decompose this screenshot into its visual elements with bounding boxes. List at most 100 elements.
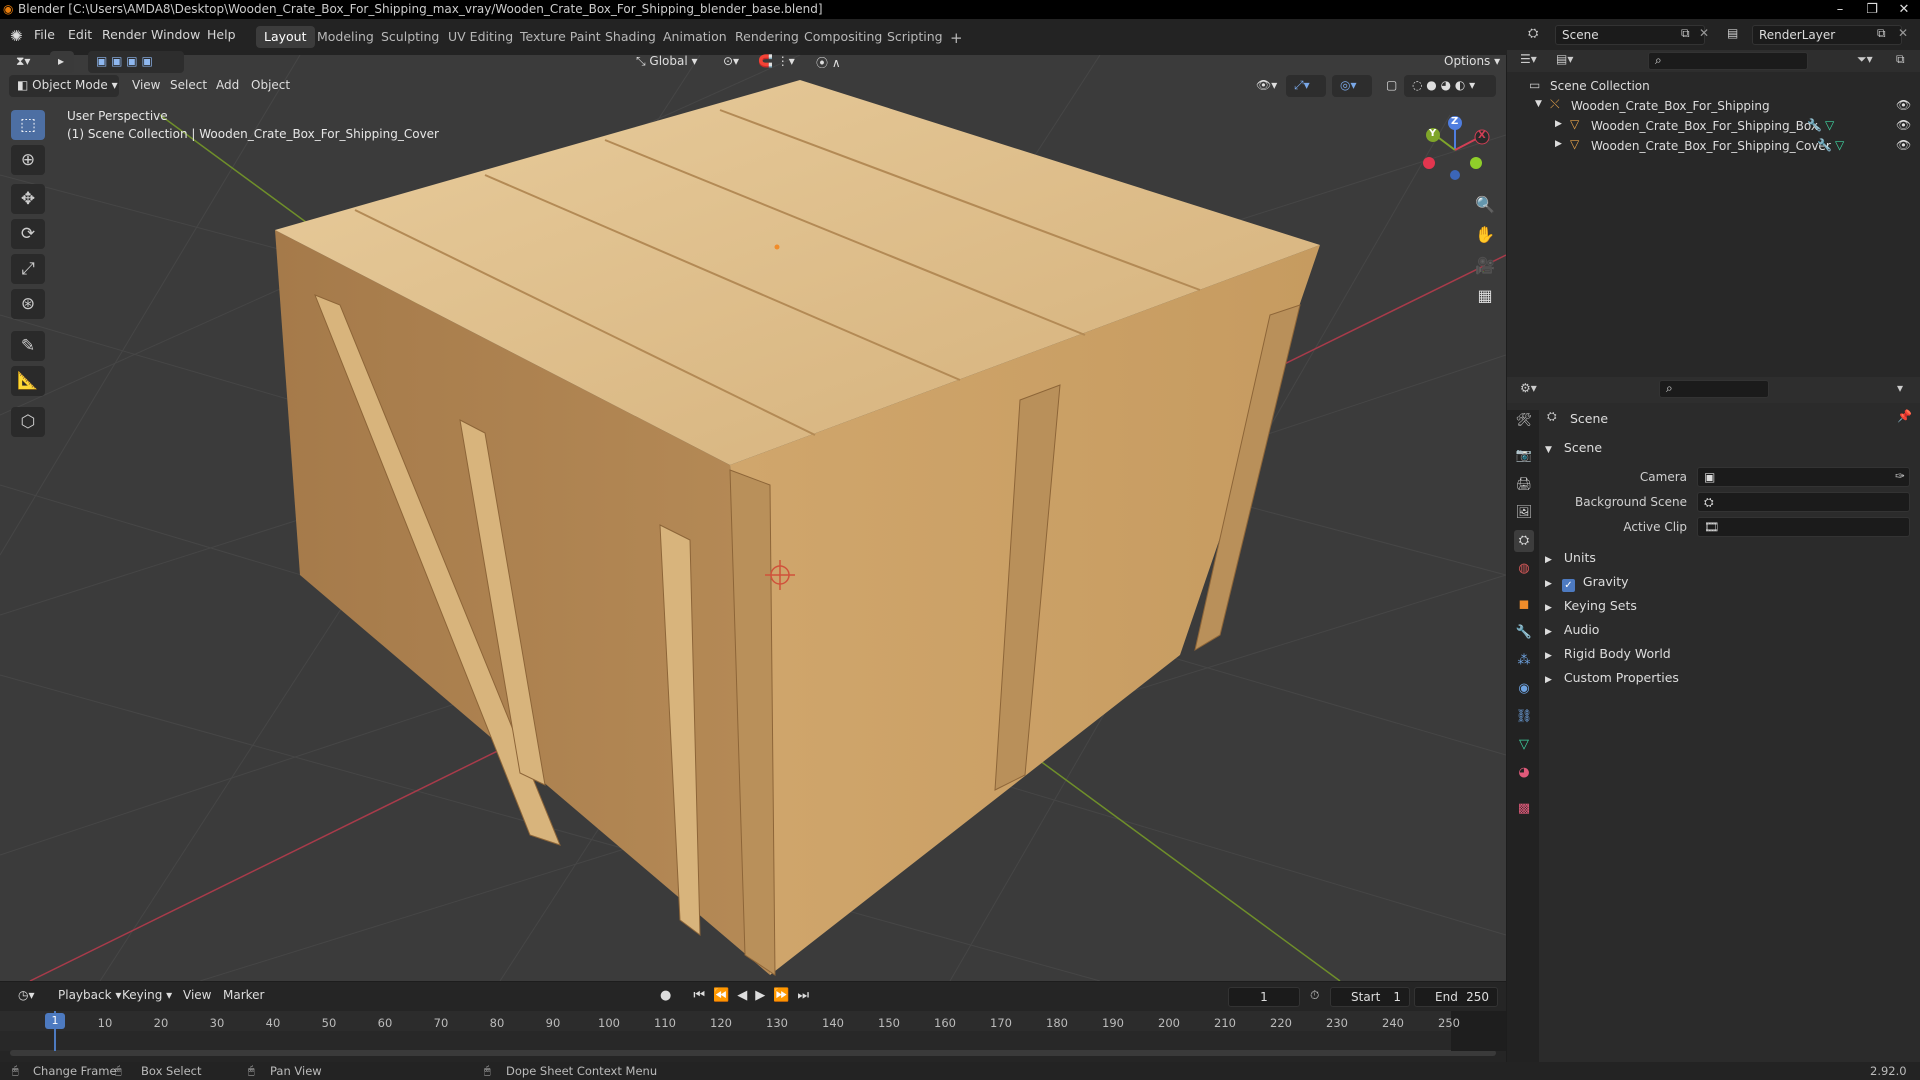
preview-range-icon[interactable]: ⏱ — [1310, 988, 1319, 1003]
camera-field[interactable]: ▣ ✑ — [1697, 467, 1910, 487]
jump-end-icon[interactable]: ⏭ — [797, 988, 809, 1003]
tab-view-layer-icon[interactable]: 🖼 — [1514, 502, 1534, 524]
tab-compositing[interactable]: Compositing — [796, 26, 890, 48]
menu-object[interactable]: Object — [243, 75, 298, 97]
properties-editor-icon[interactable]: ⚙▾ — [1520, 381, 1537, 395]
active-clip-field[interactable]: 🎞 — [1697, 517, 1910, 537]
tab-world-icon[interactable]: ◍ — [1514, 558, 1534, 580]
overlays-toggle[interactable]: ◎▾ — [1332, 75, 1372, 97]
background-scene-field[interactable]: ⛭ — [1697, 492, 1910, 512]
timeline-track-area[interactable] — [0, 1031, 1506, 1051]
eyedropper-icon[interactable]: ✑ — [1895, 469, 1905, 483]
end-frame-field[interactable]: End 250 — [1414, 987, 1498, 1007]
menu-window[interactable]: Window — [151, 27, 200, 42]
visibility-eye-icon[interactable]: 👁 — [1896, 118, 1911, 132]
outliner-row-crate-empty[interactable]: ▼ ⤬ Wooden_Crate_Box_For_Shipping 👁 — [1507, 96, 1920, 116]
panel-gravity[interactable]: ▶ ✓ Gravity — [1545, 574, 1629, 592]
blender-menu-icon[interactable]: ✺ — [10, 27, 23, 45]
tab-tool-icon[interactable]: 🛠 — [1514, 410, 1534, 432]
menu-help[interactable]: Help — [207, 27, 236, 42]
outliner-editor-icon[interactable]: ☰▾ — [1520, 52, 1537, 66]
panel-units[interactable]: ▶ Units — [1545, 550, 1596, 565]
outliner-filter-icon[interactable]: ⏷▾ — [1857, 52, 1873, 67]
options-dropdown[interactable]: Options ▾ — [1436, 51, 1500, 73]
select-box-tool[interactable]: ⬚ — [11, 110, 45, 140]
mesh-data-icon[interactable]: ▽ — [1835, 138, 1844, 152]
select-tool-toggle[interactable]: ▸ — [50, 51, 74, 73]
play-icon[interactable]: ▶ — [755, 988, 765, 1003]
tab-modifier-icon[interactable]: 🔧 — [1514, 622, 1534, 644]
navigation-gizmo[interactable]: Z Y X — [1420, 115, 1500, 185]
tab-physics-icon[interactable]: ◉ — [1514, 678, 1534, 700]
tab-layout[interactable]: Layout — [256, 26, 315, 48]
panel-rigid-body-world[interactable]: ▶ Rigid Body World — [1545, 646, 1671, 661]
close-button[interactable]: ✕ — [1888, 0, 1920, 19]
tab-sculpting[interactable]: Sculpting — [373, 26, 447, 48]
new-scene-icon[interactable]: ⧉ — [1681, 26, 1690, 41]
timeline-marker-menu[interactable]: Marker — [215, 985, 272, 1007]
jump-start-icon[interactable]: ⏮ — [693, 988, 705, 1003]
play-reverse-icon[interactable]: ◀ — [737, 988, 747, 1003]
modifier-wrench-icon[interactable]: 🔧 — [1817, 138, 1832, 152]
delete-renderlayer-icon[interactable]: ✕ — [1898, 26, 1908, 40]
panel-audio[interactable]: ▶ Audio — [1545, 622, 1599, 637]
modifier-wrench-icon[interactable]: 🔧 — [1807, 118, 1822, 132]
shading-modes[interactable]: ◌ ● ◕ ◐ ▾ — [1404, 75, 1496, 97]
visibility-filter-dropdown[interactable]: 👁▾ — [1248, 75, 1282, 97]
keying-menu[interactable]: Keying ▾ — [114, 985, 180, 1007]
tab-texture-paint[interactable]: Texture Paint — [512, 26, 609, 48]
menu-edit[interactable]: Edit — [68, 27, 92, 42]
tab-output-icon[interactable]: 🖨 — [1514, 474, 1534, 496]
new-collection-icon[interactable]: ⧉ — [1896, 52, 1905, 67]
jump-keyframe-forward-icon[interactable]: ⏩ — [773, 988, 789, 1003]
playhead[interactable]: 1 — [45, 1013, 65, 1029]
cursor-tool[interactable]: ⊕ — [11, 145, 45, 175]
scene-panel-header[interactable]: ▼ Scene — [1545, 440, 1602, 455]
pan-hand-icon[interactable]: ✋ — [1470, 220, 1500, 250]
menu-add[interactable]: Add — [208, 75, 247, 97]
measure-tool[interactable]: 📐 — [11, 366, 45, 396]
ortho-grid-icon[interactable]: ▦ — [1470, 281, 1500, 311]
expand-chevron-icon[interactable]: ▶ — [1555, 119, 1562, 129]
tab-texture-icon[interactable]: ▩ — [1514, 798, 1534, 820]
pivot-point-dropdown[interactable]: ⊙▾ — [715, 51, 749, 73]
xray-toggle[interactable]: ▢ — [1378, 75, 1402, 97]
tab-data-icon[interactable]: ▽ — [1514, 734, 1534, 756]
zoom-icon[interactable]: 🔍 — [1470, 190, 1500, 220]
editor-type-button[interactable]: ⧗▾ — [8, 51, 42, 73]
outliner-row-crate-cover[interactable]: ▶ ▽ Wooden_Crate_Box_For_Shipping_Cover … — [1507, 136, 1920, 156]
transform-tool[interactable]: ⊛ — [11, 289, 45, 319]
expand-chevron-icon[interactable]: ▶ — [1555, 139, 1562, 149]
tab-scene-icon[interactable]: ⛭ — [1514, 530, 1534, 552]
tab-object-icon[interactable]: ◼ — [1514, 594, 1534, 616]
snap-toggle[interactable]: 🧲 ⋮▾ — [750, 51, 804, 73]
tab-uv-editing[interactable]: UV Editing — [440, 26, 521, 48]
camera-view-icon[interactable]: 🎥 — [1470, 251, 1500, 281]
maximize-button[interactable]: ❐ — [1856, 0, 1888, 19]
timeline-scrollbar[interactable] — [10, 1050, 1496, 1056]
outliner-row-scene-collection[interactable]: ▭ Scene Collection — [1507, 76, 1920, 96]
visibility-eye-icon[interactable]: 👁 — [1896, 138, 1911, 152]
timeline-view-menu[interactable]: View — [175, 985, 219, 1007]
minimize-button[interactable]: – — [1824, 0, 1856, 19]
proportional-editing-toggle[interactable]: ⦿ ∧ — [808, 51, 856, 73]
add-cube-tool[interactable]: ⬡ — [11, 407, 45, 437]
tab-render-icon[interactable]: 📷 — [1514, 445, 1534, 467]
tab-animation[interactable]: Animation — [655, 26, 735, 48]
3d-viewport[interactable] — [0, 55, 1506, 981]
panel-custom-properties[interactable]: ▶ Custom Properties — [1545, 670, 1679, 685]
tab-material-icon[interactable]: ◕ — [1514, 762, 1534, 784]
expand-chevron-icon[interactable]: ▼ — [1535, 99, 1542, 109]
tab-shading[interactable]: Shading — [597, 26, 664, 48]
visibility-eye-icon[interactable]: 👁 — [1896, 98, 1911, 112]
tab-modeling[interactable]: Modeling — [309, 26, 382, 48]
timeline-editor-icon[interactable]: ◷▾ — [10, 985, 44, 1007]
current-frame-field[interactable]: 1 — [1228, 987, 1300, 1007]
record-icon[interactable]: ● — [660, 988, 671, 1003]
outliner-row-crate-box[interactable]: ▶ ▽ Wooden_Crate_Box_For_Shipping_Box 🔧 … — [1507, 116, 1920, 136]
tab-particles-icon[interactable]: ⁂ — [1514, 650, 1534, 672]
menu-render[interactable]: Render — [102, 27, 147, 42]
jump-keyframe-back-icon[interactable]: ⏪ — [713, 988, 729, 1003]
outliner-search-input[interactable]: ⌕ — [1648, 52, 1808, 70]
tab-scripting[interactable]: Scripting — [879, 26, 951, 48]
